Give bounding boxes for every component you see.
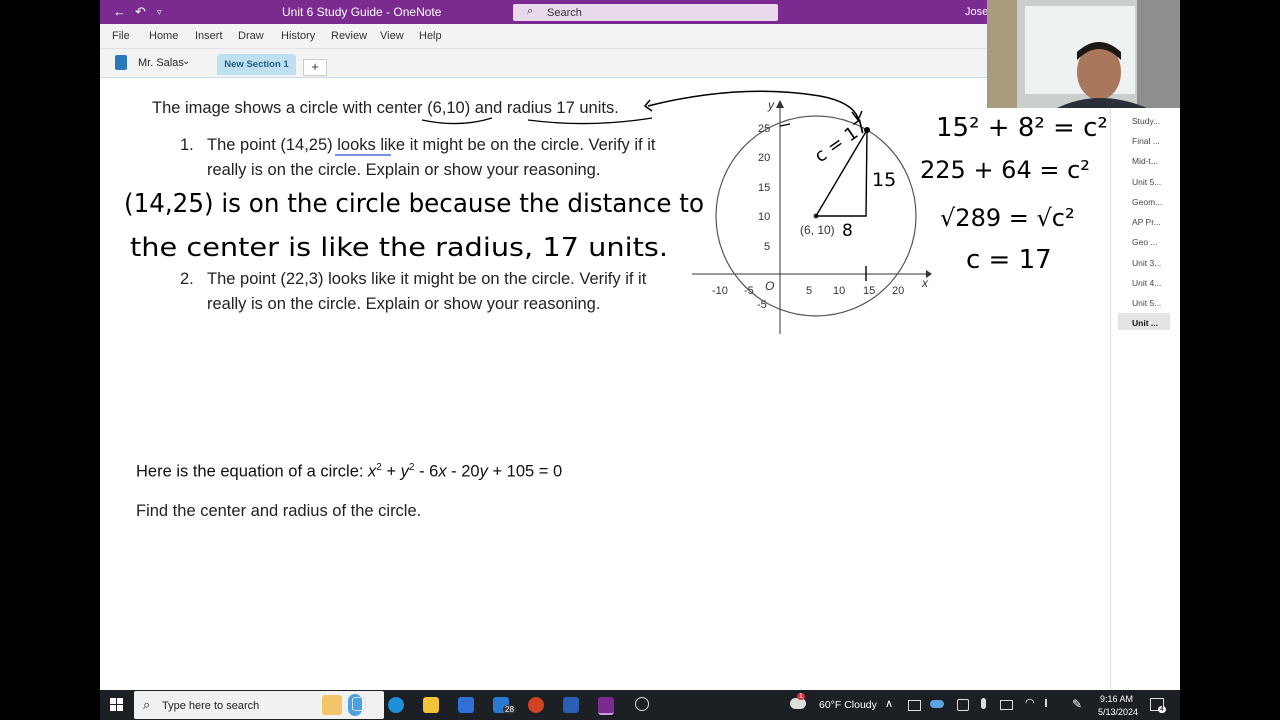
microphone-icon[interactable]: [981, 698, 986, 709]
battery-icon[interactable]: [1000, 700, 1013, 710]
x-tick-neg5: -5: [744, 285, 754, 297]
word-icon[interactable]: [563, 697, 579, 713]
tab-new-section-1[interactable]: New Section 1: [217, 54, 296, 75]
mail-badge: 28: [503, 705, 516, 714]
x-tick-10: 10: [833, 285, 845, 297]
ink-horizontal-side-label: 8: [842, 221, 853, 241]
page-item-unit4[interactable]: Unit 4...: [1132, 278, 1161, 288]
search-highlight-icon: [322, 695, 342, 715]
windows-taskbar: ⌕ Type here to search 28 1 60°F Cloudy ∧…: [100, 690, 1180, 720]
x-tick-5: 5: [806, 285, 812, 297]
webcam-feed-image: [987, 0, 1180, 108]
ink-work-sum: 225 + 64 = c²: [920, 156, 1090, 184]
search-box[interactable]: ⌕ Search: [513, 4, 778, 21]
y-tick-5: 5: [764, 241, 770, 253]
page-item-geom[interactable]: Geom...: [1132, 197, 1162, 207]
ink-work-pythagorean: 15² + 8² = c²: [936, 113, 1108, 143]
notebook-name[interactable]: Mr. Salas: [138, 57, 184, 69]
meet-now-icon[interactable]: [908, 700, 921, 711]
menu-insert[interactable]: Insert: [195, 30, 223, 42]
ink-vertical-side-label: 15: [872, 169, 896, 191]
wifi-icon[interactable]: ◠: [1025, 696, 1035, 709]
y-axis-arrow: [776, 100, 784, 108]
weather-text[interactable]: 60°F Cloudy: [819, 699, 877, 711]
page-item-unit6-selected[interactable]: Unit ...: [1132, 318, 1158, 328]
x-tick-20: 20: [892, 285, 904, 297]
circle-graph: x y O -10 -5 5 10 15 20 25 20 15 10 5 -5…: [692, 98, 932, 334]
menu-view[interactable]: View: [380, 30, 404, 42]
clock-date[interactable]: 5/13/2024: [1098, 707, 1138, 717]
y-tick-neg5: -5: [757, 299, 767, 311]
chevron-down-icon[interactable]: ⌄: [182, 56, 190, 67]
onenote-icon[interactable]: [598, 697, 614, 715]
menu-home[interactable]: Home: [149, 30, 178, 42]
menu-draw[interactable]: Draw: [238, 30, 264, 42]
center-label: (6, 10): [800, 223, 835, 237]
page-item-ap-pr[interactable]: AP Pr...: [1132, 217, 1161, 227]
page-item-unit5a[interactable]: Unit 5...: [1132, 177, 1161, 187]
page-item-study[interactable]: Study...: [1132, 116, 1160, 126]
page-item-geo[interactable]: Geo ...: [1132, 237, 1158, 247]
taskbar-search-icon: ⌕: [143, 697, 151, 712]
page-item-midterm[interactable]: Mid-t...: [1132, 156, 1158, 166]
page-item-final[interactable]: Final ...: [1132, 136, 1160, 146]
ink-and-graph-layer: x y O -10 -5 5 10 15 20 25 20 15 10 5 -5…: [124, 90, 1108, 334]
y-tick-10: 10: [758, 211, 770, 223]
x-tick-neg10: -10: [712, 285, 728, 297]
y-tick-15: 15: [758, 182, 770, 194]
taskbar-search-box[interactable]: ⌕ Type here to search: [134, 691, 384, 719]
camera-icon[interactable]: [957, 699, 969, 711]
file-explorer-icon[interactable]: [423, 697, 439, 713]
notebook-icon[interactable]: [115, 55, 127, 70]
menu-file[interactable]: File: [112, 30, 130, 42]
search-label: Search: [547, 7, 582, 19]
y-axis-label: y: [767, 98, 775, 112]
pen-menu-icon[interactable]: ✎: [1072, 697, 1082, 711]
task-view-icon[interactable]: [352, 697, 366, 711]
weather-badge: 1: [797, 693, 805, 700]
add-section-button[interactable]: +: [303, 59, 327, 76]
ink-arrow: [647, 90, 859, 119]
microsoft-store-icon[interactable]: [458, 697, 474, 713]
ink-hypotenuse-label: c = 17: [811, 116, 872, 167]
page-list: Study... Final ... Mid-t... Unit 5... Ge…: [1110, 78, 1180, 690]
ink-answer-line1: (14,25) is on the circle because the dis…: [124, 189, 704, 219]
taskbar-search-placeholder: Type here to search: [162, 700, 260, 712]
notification-count: 4: [1158, 706, 1166, 713]
back-icon[interactable]: ←: [113, 4, 126, 20]
ink-work-result: c = 17: [966, 245, 1052, 275]
edge-browser-icon[interactable]: [388, 697, 404, 713]
page-item-unit3[interactable]: Unit 3...: [1132, 258, 1161, 268]
ink-underline-radius: [527, 117, 653, 125]
ink-underline-center: [421, 117, 493, 125]
y-tick-20: 20: [758, 152, 770, 164]
webcam-overlay: [987, 0, 1180, 108]
page-canvas[interactable]: The image shows a circle with center (6,…: [100, 78, 1110, 690]
windows-start-icon[interactable]: [110, 698, 124, 712]
ink-tick-25: [779, 123, 791, 127]
chevron-up-icon[interactable]: ∧: [885, 697, 893, 710]
x-tick-15: 15: [863, 285, 875, 297]
document-title: Unit 6 Study Guide - OneNote: [282, 5, 442, 19]
search-icon: ⌕: [527, 5, 534, 17]
powerpoint-icon[interactable]: [528, 697, 544, 713]
clock-time[interactable]: 9:16 AM: [1100, 694, 1133, 704]
y-tick-25: 25: [758, 123, 770, 135]
origin-label: O: [765, 279, 774, 293]
onedrive-icon[interactable]: [930, 700, 944, 708]
page-item-unit5b[interactable]: Unit 5...: [1132, 298, 1161, 308]
menu-help[interactable]: Help: [419, 30, 442, 42]
ink-work-sqrt: √289 = √c²: [940, 204, 1075, 232]
volume-icon[interactable]: [1045, 699, 1051, 707]
undo-icon[interactable]: ↶: [135, 4, 146, 20]
x-axis-label: x: [921, 276, 929, 290]
obs-record-icon[interactable]: [635, 697, 649, 711]
menu-review[interactable]: Review: [331, 30, 367, 42]
menu-history[interactable]: History: [281, 30, 315, 42]
quick-access-dropdown-icon[interactable]: ▿: [157, 4, 162, 20]
ink-answer-line2: the center is like the radius, 17 units.: [130, 233, 668, 263]
